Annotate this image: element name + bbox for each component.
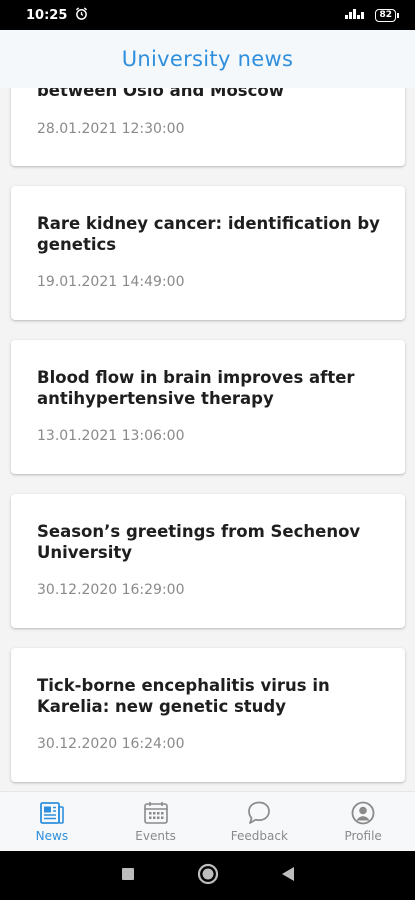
signal-icon bbox=[345, 7, 367, 23]
back-triangle-icon[interactable] bbox=[281, 866, 295, 886]
home-circle-icon[interactable] bbox=[197, 863, 219, 889]
status-time: 10:25 bbox=[26, 7, 68, 23]
alarm-icon bbox=[75, 6, 88, 24]
news-date: 30.12.2020 16:29:00 bbox=[37, 582, 185, 598]
news-date: 19.01.2021 14:49:00 bbox=[37, 274, 185, 290]
battery-icon: 82 bbox=[375, 8, 399, 22]
news-date: 30.12.2020 16:24:00 bbox=[37, 736, 185, 752]
news-card[interactable]: Blood flow in brain improves after antih… bbox=[11, 340, 405, 474]
news-date: 28.01.2021 12:30:00 bbox=[37, 121, 185, 137]
nav-profile[interactable]: Profile bbox=[311, 792, 415, 851]
nav-profile-label: Profile bbox=[344, 829, 382, 843]
bottom-nav: News Events Feedback Profile bbox=[0, 791, 415, 851]
news-card[interactable]: Tick-borne encephalitis virus in Karelia… bbox=[11, 648, 405, 782]
chat-bubble-icon bbox=[245, 799, 273, 827]
news-title: Blood flow in brain improves after antih… bbox=[37, 368, 355, 408]
newspaper-icon bbox=[38, 799, 66, 827]
news-card[interactable]: Rare kidney cancer: identification by ge… bbox=[11, 186, 405, 320]
news-card[interactable]: Season’s greetings from Sechenov Univers… bbox=[11, 494, 405, 628]
news-title: Rare kidney cancer: identification by ge… bbox=[37, 214, 380, 254]
battery-level: 82 bbox=[375, 8, 396, 22]
nav-news[interactable]: News bbox=[0, 792, 104, 851]
nav-events-label: Events bbox=[135, 829, 176, 843]
recents-square-icon[interactable] bbox=[121, 866, 135, 885]
news-title: Season’s greetings from Sechenov Univers… bbox=[37, 522, 361, 562]
page-title: University news bbox=[121, 47, 294, 71]
nav-feedback-label: Feedback bbox=[230, 829, 288, 843]
user-circle-icon bbox=[349, 799, 377, 827]
calendar-icon bbox=[142, 799, 170, 827]
nav-news-label: News bbox=[35, 829, 69, 843]
news-title: Tick-borne encephalitis virus in Karelia… bbox=[37, 676, 330, 716]
nav-feedback[interactable]: Feedback bbox=[208, 792, 312, 851]
news-card[interactable]: between Oslo and Moscow 28.01.2021 12:30… bbox=[11, 88, 405, 166]
system-nav-bar bbox=[0, 851, 415, 900]
news-title: between Oslo and Moscow bbox=[37, 88, 284, 100]
news-date: 13.01.2021 13:06:00 bbox=[37, 428, 185, 444]
nav-events[interactable]: Events bbox=[104, 792, 208, 851]
app-header: University news bbox=[0, 30, 415, 88]
status-bar: 10:25 82 bbox=[0, 0, 415, 30]
news-list[interactable]: between Oslo and Moscow 28.01.2021 12:30… bbox=[0, 88, 415, 791]
